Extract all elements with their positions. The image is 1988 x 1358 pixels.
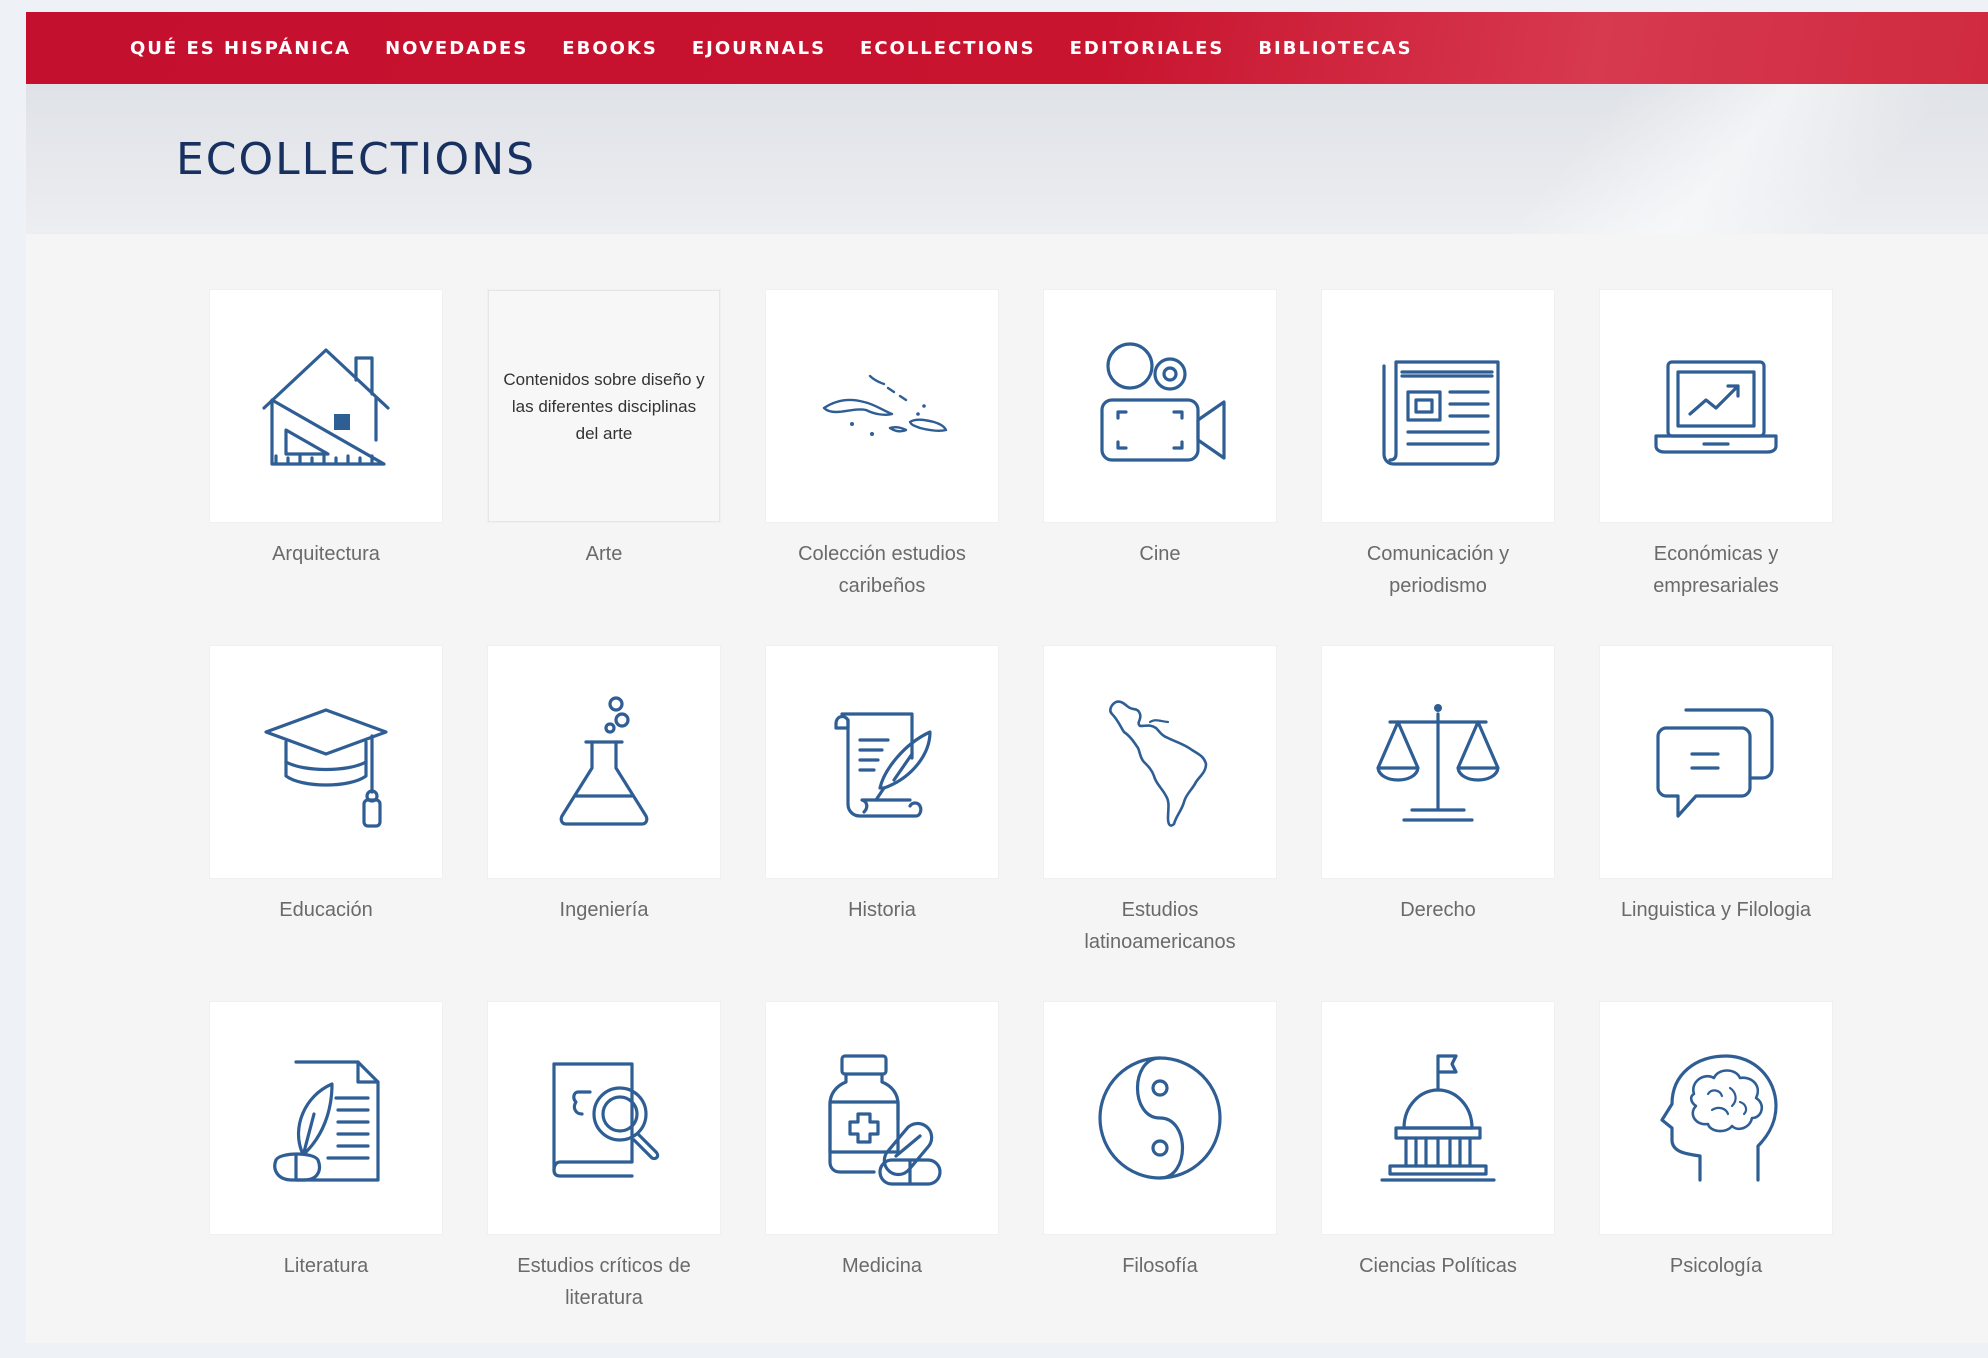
yin-yang-icon bbox=[1098, 1056, 1222, 1180]
medicine-pills-icon bbox=[828, 1054, 942, 1186]
collection-card[interactable] bbox=[1322, 1002, 1554, 1234]
film-camera-icon bbox=[1100, 342, 1226, 462]
speech-bubbles-icon bbox=[1656, 708, 1774, 818]
collection-card[interactable] bbox=[210, 290, 442, 522]
collection-card[interactable] bbox=[766, 290, 998, 522]
collection-label[interactable]: Medicina bbox=[766, 1250, 998, 1282]
collection-card[interactable] bbox=[766, 1002, 998, 1234]
nav-menu: QUÉ ES HISPÁNICA NOVEDADES EBOOKS EJOURN… bbox=[130, 12, 1413, 84]
collection-card[interactable] bbox=[1044, 1002, 1276, 1234]
collection-label[interactable]: Linguistica y Filologia bbox=[1600, 894, 1832, 926]
collection-tile-latinoamericanos[interactable]: Estudios latinoamericanos bbox=[1044, 646, 1276, 1002]
collection-card[interactable] bbox=[1322, 646, 1554, 878]
collection-tile-literatura[interactable]: Literatura bbox=[210, 1002, 442, 1358]
collection-tile-educacion[interactable]: Educación bbox=[210, 646, 442, 1002]
collection-card[interactable] bbox=[488, 646, 720, 878]
collection-card[interactable] bbox=[1600, 1002, 1832, 1234]
collection-card[interactable] bbox=[1044, 646, 1276, 878]
collection-tile-medicina[interactable]: Medicina bbox=[766, 1002, 998, 1358]
scales-of-justice-icon bbox=[1376, 704, 1500, 822]
collection-tile-ingenieria[interactable]: Ingeniería bbox=[488, 646, 720, 1002]
collection-label[interactable]: Ciencias Políticas bbox=[1322, 1250, 1554, 1282]
page-header-banner: ECOLLECTIONS bbox=[26, 84, 1988, 234]
collection-card[interactable] bbox=[1600, 646, 1832, 878]
nav-item-editoriales[interactable]: EDITORIALES bbox=[1070, 38, 1225, 59]
nav-item-novedades[interactable]: NOVEDADES bbox=[385, 38, 528, 59]
collection-tile-comunicacion[interactable]: Comunicación y periodismo bbox=[1322, 290, 1554, 646]
collection-label[interactable]: Colección estudios caribeños bbox=[766, 538, 998, 602]
latin-america-map-icon bbox=[1109, 700, 1208, 827]
collection-tile-psicologia[interactable]: Psicología bbox=[1600, 1002, 1832, 1358]
collection-label[interactable]: Arte bbox=[488, 538, 720, 570]
collection-label[interactable]: Literatura bbox=[210, 1250, 442, 1282]
nav-item-ebooks[interactable]: EBOOKS bbox=[562, 38, 658, 59]
laptop-chart-icon bbox=[1654, 360, 1778, 454]
collection-label[interactable]: Filosofía bbox=[1044, 1250, 1276, 1282]
collection-label[interactable]: Económicas y empresariales bbox=[1600, 538, 1832, 602]
capitol-building-icon bbox=[1380, 1054, 1496, 1182]
scroll-quill-icon bbox=[834, 712, 932, 818]
head-brain-icon bbox=[1660, 1054, 1778, 1182]
collection-label[interactable]: Educación bbox=[210, 894, 442, 926]
collection-card[interactable] bbox=[488, 1002, 720, 1234]
page: QUÉ ES HISPÁNICA NOVEDADES EBOOKS EJOURN… bbox=[26, 12, 1988, 1343]
collection-label[interactable]: Estudios críticos de literatura bbox=[488, 1250, 720, 1314]
collection-tile-economicas[interactable]: Económicas y empresariales bbox=[1600, 290, 1832, 646]
collection-label[interactable]: Ingeniería bbox=[488, 894, 720, 926]
collections-grid: Arquitectura Contenidos sobre diseño y l… bbox=[210, 290, 1832, 1358]
flask-icon bbox=[559, 696, 649, 826]
collection-tile-cine[interactable]: Cine bbox=[1044, 290, 1276, 646]
collection-tile-filosofia[interactable]: Filosofía bbox=[1044, 1002, 1276, 1358]
collection-label[interactable]: Arquitectura bbox=[210, 538, 442, 570]
collection-card-hover[interactable]: Contenidos sobre diseño y las diferentes… bbox=[488, 290, 720, 522]
collection-tile-caribenos[interactable]: Colección estudios caribeños bbox=[766, 290, 998, 646]
top-navbar: QUÉ ES HISPÁNICA NOVEDADES EBOOKS EJOURN… bbox=[26, 12, 1988, 84]
book-magnifier-icon bbox=[552, 1062, 660, 1178]
collection-label[interactable]: Cine bbox=[1044, 538, 1276, 570]
page-title: ECOLLECTIONS bbox=[176, 134, 537, 185]
collection-label[interactable]: Historia bbox=[766, 894, 998, 926]
caribbean-map-icon bbox=[822, 374, 948, 436]
nav-item-ecollections[interactable]: ECOLLECTIONS bbox=[860, 38, 1036, 59]
collection-tile-arquitectura[interactable]: Arquitectura bbox=[210, 290, 442, 646]
collection-tile-historia[interactable]: Historia bbox=[766, 646, 998, 1002]
nav-item-bibliotecas[interactable]: BIBLIOTECAS bbox=[1258, 38, 1412, 59]
graduation-cap-icon bbox=[264, 708, 388, 828]
quill-document-icon bbox=[273, 1060, 380, 1182]
collection-label[interactable]: Estudios latinoamericanos bbox=[1044, 894, 1276, 958]
collection-tile-ciencias-politicas[interactable]: Ciencias Políticas bbox=[1322, 1002, 1554, 1358]
collection-card[interactable] bbox=[210, 1002, 442, 1234]
collection-tile-arte[interactable]: Contenidos sobre diseño y las diferentes… bbox=[488, 290, 720, 646]
collection-card[interactable] bbox=[210, 646, 442, 878]
nav-item-que-es-hispanica[interactable]: QUÉ ES HISPÁNICA bbox=[130, 38, 351, 59]
collection-card[interactable] bbox=[1044, 290, 1276, 522]
collection-card[interactable] bbox=[1322, 290, 1554, 522]
collection-tile-derecho[interactable]: Derecho bbox=[1322, 646, 1554, 1002]
collection-label[interactable]: Derecho bbox=[1322, 894, 1554, 926]
collection-tile-estudios-criticos[interactable]: Estudios críticos de literatura bbox=[488, 1002, 720, 1358]
collection-tile-linguistica[interactable]: Linguistica y Filologia bbox=[1600, 646, 1832, 1002]
collection-label[interactable]: Psicología bbox=[1600, 1250, 1832, 1282]
collection-card[interactable] bbox=[1600, 290, 1832, 522]
collection-card[interactable] bbox=[766, 646, 998, 878]
collection-description: Contenidos sobre diseño y las diferentes… bbox=[503, 369, 705, 443]
nav-item-ejournals[interactable]: EJOURNALS bbox=[692, 38, 826, 59]
collection-label[interactable]: Comunicación y periodismo bbox=[1322, 538, 1554, 602]
newspaper-icon bbox=[1382, 360, 1500, 466]
house-triangle-ruler-icon bbox=[262, 348, 390, 466]
